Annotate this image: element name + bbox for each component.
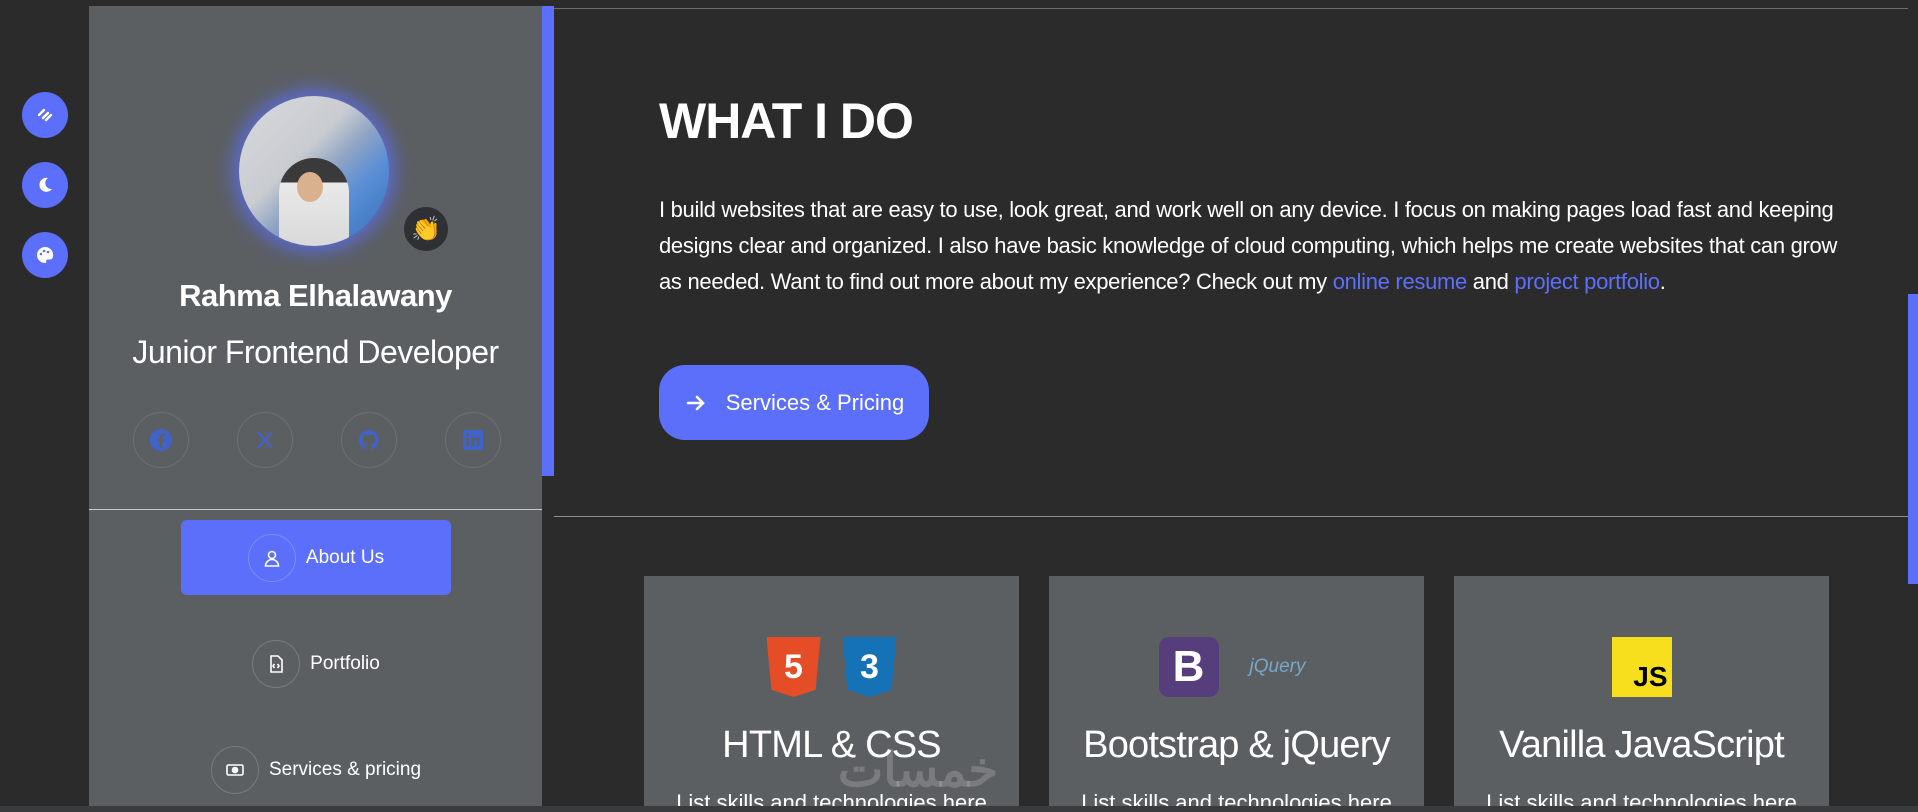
nav-item-label: Portfolio	[310, 652, 380, 674]
project-portfolio-link[interactable]: project portfolio	[1514, 269, 1660, 294]
x-icon	[257, 431, 273, 449]
x-link[interactable]	[237, 412, 293, 468]
sidebar-divider	[89, 509, 542, 510]
linkedin-link[interactable]	[445, 412, 501, 468]
card-title: Vanilla JavaScript	[1499, 724, 1785, 766]
page-title: WHAT I DO	[659, 93, 914, 149]
palette-icon	[37, 246, 54, 263]
facebook-link[interactable]	[133, 412, 189, 468]
clapping-hands-icon: 👏	[401, 204, 451, 254]
nav-item-services[interactable]: Services & pricing	[181, 732, 451, 807]
file-code-icon	[252, 639, 301, 688]
card-logos: JS	[1454, 636, 1829, 698]
nav-item-label: About Us	[305, 546, 385, 568]
intro-paragraph: I build websites that are easy to use, l…	[659, 192, 1859, 300]
online-resume-link[interactable]: online resume	[1333, 269, 1468, 294]
linkedin-icon	[463, 430, 483, 450]
skill-card-javascript: JS Vanilla JavaScript List skills and te…	[1454, 576, 1829, 812]
settings-toggle-button[interactable]	[22, 92, 68, 138]
card-title: Bootstrap & jQuery	[1083, 724, 1390, 766]
avatar-face	[297, 172, 323, 202]
settings-rail	[0, 0, 89, 812]
main-content: WHAT I DO I build websites that are easy…	[554, 6, 1908, 812]
profile-name: Rahma Elhalawany	[179, 278, 452, 313]
jquery-icon: jQuery	[1249, 656, 1306, 677]
nav-item-portfolio[interactable]: Portfolio	[181, 626, 451, 701]
social-links	[133, 412, 503, 468]
arrow-right-icon	[686, 395, 705, 410]
sliders-icon	[37, 108, 53, 122]
avatar-figure	[279, 158, 349, 246]
facebook-icon	[150, 429, 172, 451]
skill-card-bootstrap-jquery: B jQuery Bootstrap & jQuery List skills …	[1049, 576, 1424, 812]
watermark: خمسات	[838, 744, 999, 797]
nav-item-about[interactable]: About Us	[181, 520, 451, 595]
section-divider	[554, 516, 1908, 517]
bootstrap-icon: B	[1158, 637, 1219, 697]
avatar	[239, 96, 389, 246]
scroll-indicator	[1908, 294, 1918, 584]
profile-role: Junior Frontend Developer	[132, 334, 499, 370]
dark-mode-toggle-button[interactable]	[22, 162, 68, 208]
top-divider	[554, 8, 1908, 9]
nav-item-label: Services & pricing	[268, 758, 422, 780]
profile-sidebar: 👏 Rahma Elhalawany Junior Frontend Devel…	[89, 6, 542, 812]
sidebar-accent-bar	[542, 6, 554, 476]
intro-and-text: and	[1466, 269, 1515, 294]
bottom-bar	[0, 806, 1918, 812]
card-logos: 5 3	[644, 636, 1019, 698]
services-pricing-button[interactable]: Services & Pricing	[659, 365, 929, 440]
intro-period: .	[1659, 269, 1666, 294]
money-icon	[210, 745, 259, 794]
color-theme-toggle-button[interactable]	[22, 232, 68, 278]
user-icon	[247, 533, 296, 582]
github-link[interactable]	[341, 412, 397, 468]
moon-icon	[39, 177, 52, 192]
github-icon	[358, 429, 379, 450]
css3-icon: 3	[842, 637, 897, 697]
javascript-icon: JS	[1611, 637, 1672, 697]
card-logos: B jQuery	[1049, 636, 1424, 698]
services-pricing-label: Services & Pricing	[725, 389, 905, 415]
html5-icon: 5	[766, 637, 821, 697]
